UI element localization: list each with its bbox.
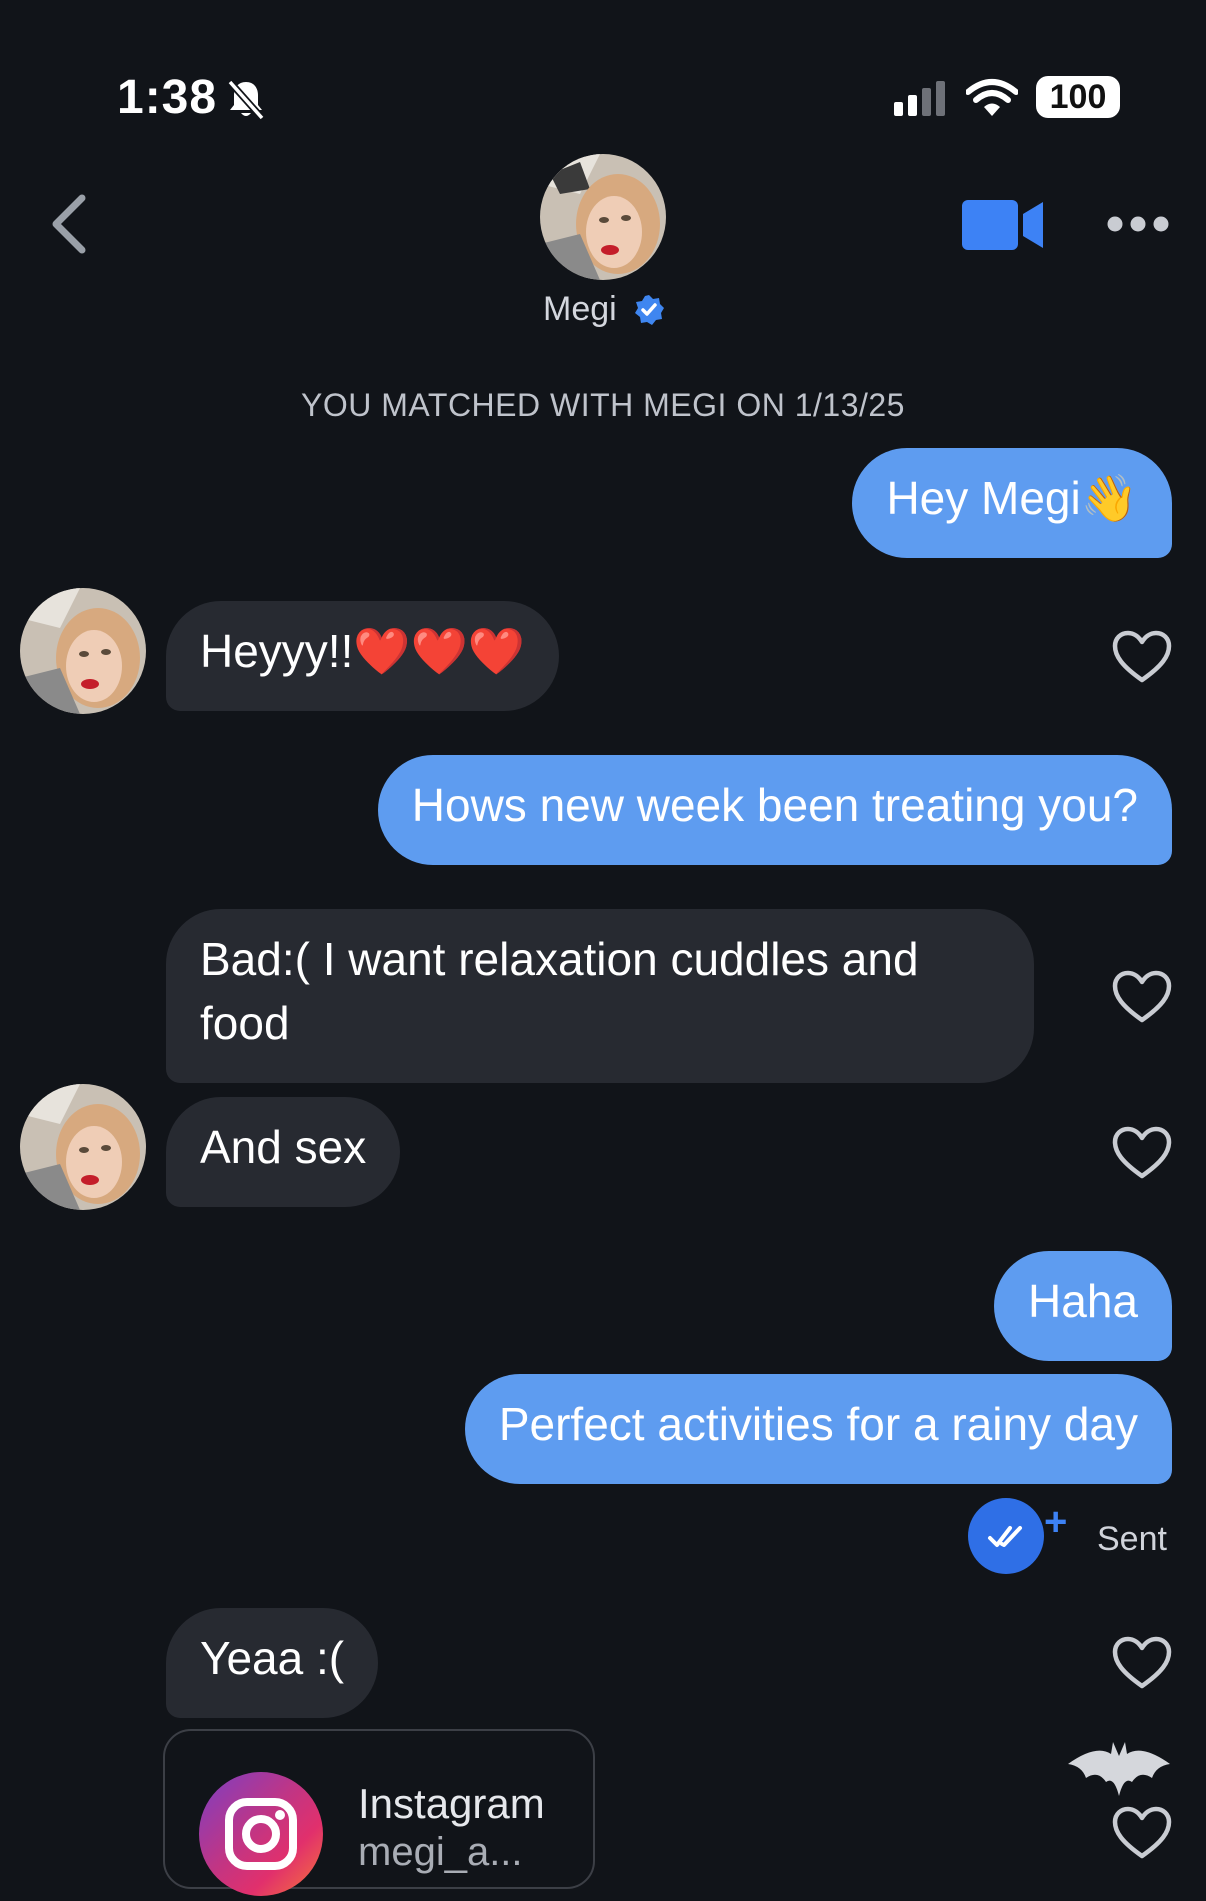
bat-icon [1068, 1742, 1170, 1796]
message-outgoing[interactable]: Haha [994, 1251, 1172, 1361]
message-outgoing[interactable]: Hows new week been treating you? [377, 755, 1172, 865]
read-receipt-icon[interactable] [968, 1498, 1044, 1574]
header-avatar[interactable] [540, 154, 666, 280]
plus-icon[interactable]: + [1044, 1500, 1067, 1545]
like-heart-icon[interactable] [1112, 1126, 1172, 1180]
message-incoming[interactable]: Yeaa :( [166, 1608, 379, 1718]
message-outgoing[interactable]: Hey Megi👋 [852, 448, 1172, 558]
like-heart-icon[interactable] [1112, 970, 1172, 1024]
video-call-icon[interactable] [960, 198, 1046, 252]
card-title: Instagram [358, 1780, 545, 1827]
bell-muted-icon [227, 79, 265, 121]
card-subtitle: megi_a... [358, 1830, 523, 1874]
message-incoming[interactable]: Heyyy!!❤️❤️❤️ [166, 601, 560, 711]
status-time: 1:38 [117, 71, 218, 124]
sender-avatar[interactable] [20, 1084, 146, 1210]
cellular-signal-icon [894, 81, 945, 116]
more-options-icon[interactable] [1106, 215, 1170, 233]
battery-tip [1113, 88, 1119, 104]
back-chevron-icon[interactable] [46, 192, 90, 256]
message-incoming[interactable]: And sex [166, 1097, 401, 1207]
match-name[interactable]: Megi [543, 290, 617, 329]
like-heart-icon[interactable] [1112, 1806, 1172, 1860]
battery-indicator: 100 [1036, 76, 1120, 118]
like-heart-icon[interactable] [1112, 1636, 1172, 1690]
wifi-icon [966, 79, 1018, 116]
verified-badge-icon [635, 295, 664, 325]
profile-photo [540, 154, 666, 280]
profile-photo [20, 588, 146, 714]
profile-photo [20, 1084, 146, 1210]
like-heart-icon[interactable] [1112, 630, 1172, 684]
sender-avatar[interactable] [20, 588, 146, 714]
sent-status: Sent [1097, 1520, 1167, 1558]
instagram-icon [199, 1772, 323, 1896]
message-outgoing[interactable]: Perfect activities for a rainy day [464, 1374, 1172, 1484]
match-date-banner: YOU MATCHED WITH MEGI ON 1/13/25 [301, 387, 905, 423]
message-incoming[interactable]: Bad:( I want relaxation cuddles and food [166, 909, 1034, 1083]
